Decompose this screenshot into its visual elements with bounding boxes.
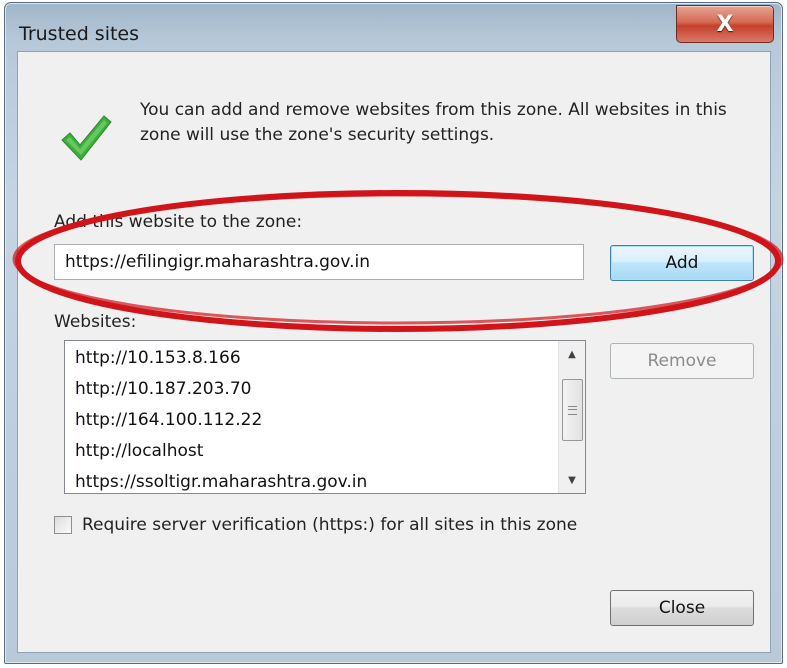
add-button[interactable]: Add	[610, 245, 754, 281]
add-website-label: Add this website to the zone:	[54, 212, 303, 232]
list-item[interactable]: http://164.100.112.22	[75, 410, 262, 430]
list-item[interactable]: http://localhost	[75, 441, 203, 461]
websites-list[interactable]: http://10.153.8.166 http://10.187.203.70…	[64, 340, 586, 494]
zone-description: You can add and remove websites from thi…	[140, 100, 727, 145]
dialog-title: Trusted sites	[19, 23, 140, 45]
websites-label: Websites:	[54, 312, 137, 332]
list-item[interactable]: https://ssoltigr.maharashtra.gov.in	[75, 472, 367, 492]
scrollbar-thumb[interactable]	[562, 379, 583, 441]
scroll-down-icon[interactable]: ▼	[559, 467, 585, 493]
list-item[interactable]: http://10.153.8.166	[75, 348, 241, 368]
close-button[interactable]: Close	[610, 590, 754, 626]
grip-icon	[568, 406, 577, 415]
dialog-content: You can add and remove websites from thi…	[17, 51, 771, 653]
trusted-sites-dialog: Trusted sites X You can add and remove w…	[4, 2, 783, 664]
green-check-icon	[61, 115, 112, 161]
close-icon: X	[716, 11, 734, 37]
close-window-button[interactable]: X	[676, 5, 774, 43]
scroll-up-icon[interactable]: ▲	[559, 341, 585, 367]
website-url-input[interactable]	[54, 244, 584, 280]
list-item[interactable]: http://10.187.203.70	[75, 379, 251, 399]
require-verification-checkbox[interactable]	[54, 516, 72, 534]
require-verification-row[interactable]: Require server verification (https:) for…	[54, 515, 577, 535]
remove-button[interactable]: Remove	[610, 343, 754, 379]
require-verification-label: Require server verification (https:) for…	[82, 515, 578, 535]
list-scrollbar[interactable]: ▲ ▼	[558, 341, 585, 493]
